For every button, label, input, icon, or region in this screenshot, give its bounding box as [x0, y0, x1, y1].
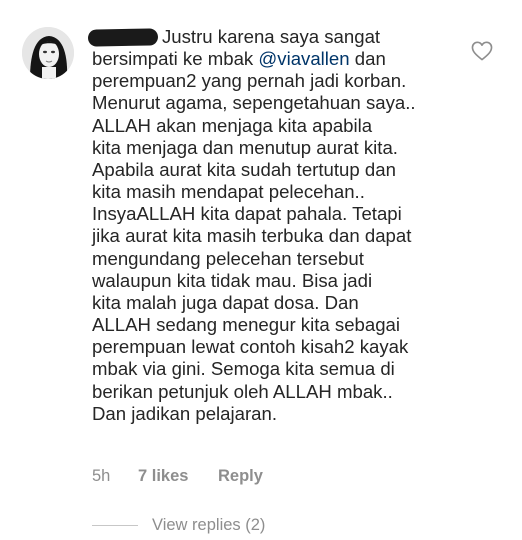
comment-line: berikan petunjuk oleh ALLAH mbak..: [92, 380, 393, 402]
comment-line: ALLAH sedang menegur kita sebagai: [92, 314, 401, 336]
comment-line: kita menjaga dan menutup aurat kita.: [92, 136, 398, 158]
comment-line: Dan jadikan pelajaran.: [92, 402, 278, 424]
comment-line: mengundang pelecehan tersebut: [92, 247, 364, 269]
comment-line-text: bersimpati ke mbak: [92, 48, 254, 70]
comment-timestamp: 5h: [92, 467, 111, 485]
view-replies[interactable]: View replies (2): [92, 516, 265, 535]
reply-button[interactable]: Reply: [218, 467, 263, 486]
comment-line: InsyaALLAH kita dapat pahala. Tetapi: [92, 203, 402, 225]
comment-line: Menurut agama, sepengetahuan saya..: [92, 92, 416, 114]
comment-line: kita masih mendapat pelecehan..: [92, 181, 365, 203]
mention-link[interactable]: @viavallen: [258, 48, 349, 69]
comment-line: Justru karena saya sangat: [162, 26, 381, 47]
view-replies-label[interactable]: View replies (2): [152, 516, 265, 535]
comment-line: jika aurat kita masih terbuka dan dapat: [92, 225, 412, 247]
replies-divider: [92, 525, 138, 526]
like-button[interactable]: [471, 41, 493, 61]
likes-count[interactable]: 7 likes: [138, 467, 218, 486]
comment-text: Justru karena saya sangat bersimpati ke …: [92, 26, 458, 425]
comment-line: Apabila aurat kita sudah tertutup dan: [92, 158, 396, 180]
comment-line: perempuan2 yang pernah jadi korban.: [92, 70, 407, 92]
comment-line: walaupun kita tidak mau. Bisa jadi: [92, 269, 373, 291]
comment-line: bersimpati ke mbak @viavallen dan: [92, 48, 458, 70]
comment-line: ALLAH akan menjaga kita apabila: [92, 114, 373, 136]
heart-outline-icon: [471, 41, 493, 61]
comment-line: perempuan lewat contoh kisah2 kayak: [92, 336, 409, 358]
comment-meta: 5h 7 likes Reply: [92, 467, 263, 486]
comment-line: mbak via gini. Semoga kita semua di: [92, 358, 395, 380]
comment-line: kita malah juga dapat dosa. Dan: [92, 291, 359, 313]
comment-line-text: dan: [354, 48, 386, 70]
avatar-image: [22, 27, 74, 79]
avatar[interactable]: [22, 27, 74, 79]
